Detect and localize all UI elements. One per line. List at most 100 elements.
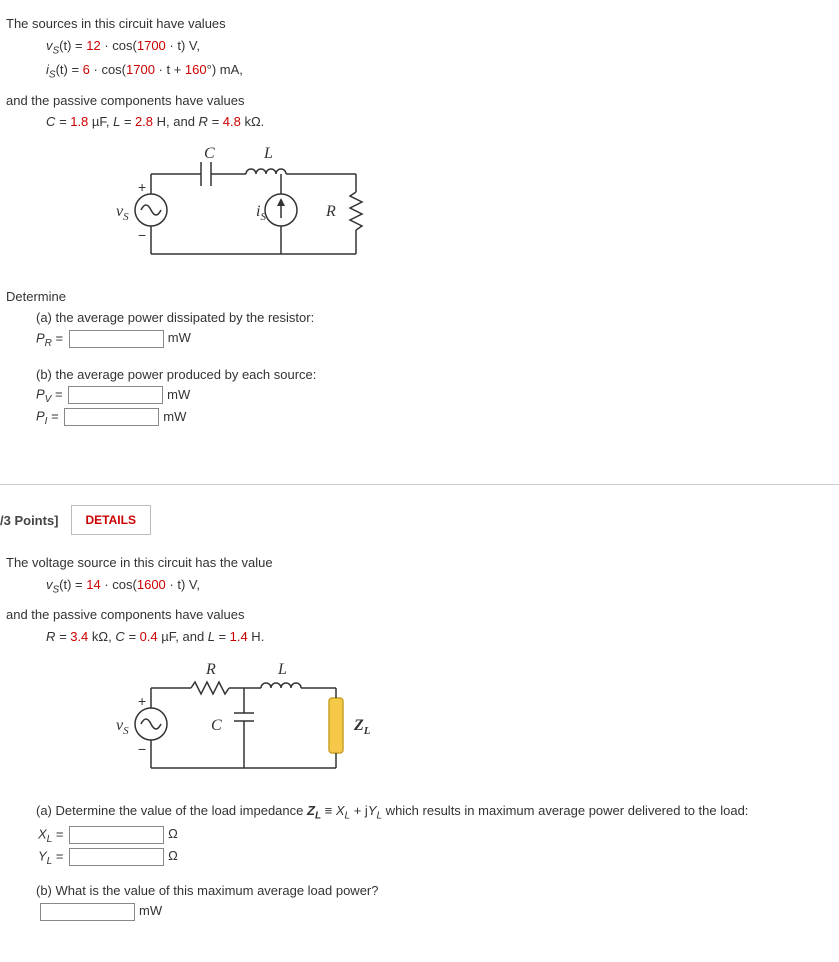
label-R: R (325, 203, 336, 220)
q1-part-b: (b) the average power produced by each s… (6, 365, 833, 385)
PV-sym: P (36, 387, 45, 402)
question-2: The voltage source in this circuit has t… (0, 553, 839, 941)
vs-tail: · t) V, (166, 38, 200, 53)
vs-omega: 1700 (137, 38, 166, 53)
PR-sub: R (45, 338, 52, 349)
is-eq: (t) = (56, 62, 83, 77)
points-row: /3 Points] DETAILS (0, 505, 839, 535)
q2-C-label: C = (115, 629, 139, 644)
q2-part-a: (a) Determine the value of the load impe… (6, 801, 833, 824)
q2-L-unit: H. (248, 629, 265, 644)
q2-vs-tail: · t) V, (166, 577, 200, 592)
C-unit: µF, (88, 114, 113, 129)
q2-label-L: L (277, 661, 287, 678)
q2-R-unit: kΩ, (88, 629, 115, 644)
eq3: = (47, 409, 62, 424)
PI-unit: mW (163, 409, 186, 424)
eq: = (52, 330, 67, 345)
label-vs: vS (116, 203, 129, 223)
q1-part-a: (a) the average power dissipated by the … (6, 308, 833, 328)
q2-a-post: which results in maximum average power d… (382, 803, 748, 818)
C-label: C = (46, 114, 70, 129)
points-label: /3 Points] (0, 513, 59, 528)
q2-xl-row: XL = Ω (38, 826, 833, 845)
YL-sym: Y (368, 803, 377, 818)
details-button[interactable]: DETAILS (71, 505, 151, 535)
XL-sym: X (336, 803, 345, 818)
R-val: 4.8 (223, 114, 241, 129)
q2-vs-eq: (t) = (59, 577, 86, 592)
vs-coeff: 12 (86, 38, 100, 53)
q1-vs-equation: vS(t) = 12 · cos(1700 · t) V, (6, 36, 833, 59)
vs-mid: · cos( (101, 38, 137, 53)
q1-passives-values: C = 1.8 µF, L = 2.8 H, and R = 4.8 kΩ. (6, 112, 833, 132)
PV-input[interactable] (68, 386, 163, 404)
XL-unit: Ω (168, 826, 178, 841)
XL-sym2: X (38, 826, 47, 841)
q2-label-C: C (211, 717, 222, 734)
q2-vs-coeff: 14 (86, 577, 100, 592)
maxpower-unit: mW (139, 903, 162, 918)
maxpower-input[interactable] (40, 903, 135, 921)
q1-pr-row: PR = mW (36, 330, 833, 349)
label-C: C (204, 145, 215, 162)
q2-label-R: R (205, 661, 216, 678)
ZL-sym: Z (307, 803, 315, 818)
is-arg-tail: · t + (155, 62, 185, 77)
q2-yl-row: YL = Ω (38, 848, 833, 867)
YL-input[interactable] (69, 848, 164, 866)
plusj: + j (350, 803, 368, 818)
vs-eq: (t) = (59, 38, 86, 53)
eq2: = (51, 387, 66, 402)
is-mid: · cos( (90, 62, 126, 77)
YL-unit: Ω (168, 848, 178, 863)
q1-pi-row: PI = mW (36, 408, 833, 427)
determine-label: Determine (6, 287, 833, 307)
YL-sym2: Y (38, 848, 47, 863)
q2-vs-plus: + (138, 693, 146, 709)
q1-intro: The sources in this circuit have values (6, 14, 833, 34)
vs-minus: − (138, 227, 146, 243)
is-coeff: 6 (83, 62, 90, 77)
q1-passives-intro: and the passive components have values (6, 91, 833, 111)
q2-R-label: R = (46, 629, 70, 644)
circuit-diagram-1: C L + − vS iS R (96, 144, 833, 277)
R-unit: kΩ. (241, 114, 264, 129)
q2-C-val: 0.4 (140, 629, 158, 644)
is-phase: 160 (185, 62, 207, 77)
is-tail: °) mA, (207, 62, 243, 77)
q2-a-pre: (a) Determine the value of the load impe… (36, 803, 307, 818)
circuit-diagram-2: R L C + − vS ZL (96, 658, 833, 791)
q2-power-row: mW (38, 903, 833, 921)
C-val: 1.8 (70, 114, 88, 129)
L-val: 2.8 (135, 114, 153, 129)
q1-pv-row: PV = mW (36, 386, 833, 405)
PR-input[interactable] (69, 330, 164, 348)
L-unit: H, and (153, 114, 199, 129)
q2-intro: The voltage source in this circuit has t… (6, 553, 833, 573)
q2-passives-intro: and the passive components have values (6, 605, 833, 625)
PR-unit: mW (168, 330, 191, 345)
q2-C-unit: µF, and (158, 629, 208, 644)
is-sub: S (49, 70, 56, 81)
q1-is-equation: iS(t) = 6 · cos(1700 · t + 160°) mA, (6, 60, 833, 83)
L-label: L = (113, 114, 135, 129)
q2-vs-minus: − (138, 741, 146, 757)
PR-sym: P (36, 330, 45, 345)
equiv: ≡ (321, 803, 336, 818)
is-omega: 1700 (126, 62, 155, 77)
question-1: The sources in this circuit have values … (0, 14, 839, 448)
vs-plus: + (138, 179, 146, 195)
PI-input[interactable] (64, 408, 159, 426)
XL-input[interactable] (69, 826, 164, 844)
separator (0, 484, 839, 485)
R-label: R = (199, 114, 223, 129)
q2-vs-omega: 1600 (137, 577, 166, 592)
PV-unit: mW (167, 387, 190, 402)
q2-passives-values: R = 3.4 kΩ, C = 0.4 µF, and L = 1.4 H. (6, 627, 833, 647)
q2-label-ZL: ZL (353, 717, 371, 737)
q2-part-b: (b) What is the value of this maximum av… (6, 881, 833, 901)
q2-label-vs: vS (116, 717, 129, 737)
label-L: L (263, 145, 273, 162)
q2-L-val: 1.4 (230, 629, 248, 644)
